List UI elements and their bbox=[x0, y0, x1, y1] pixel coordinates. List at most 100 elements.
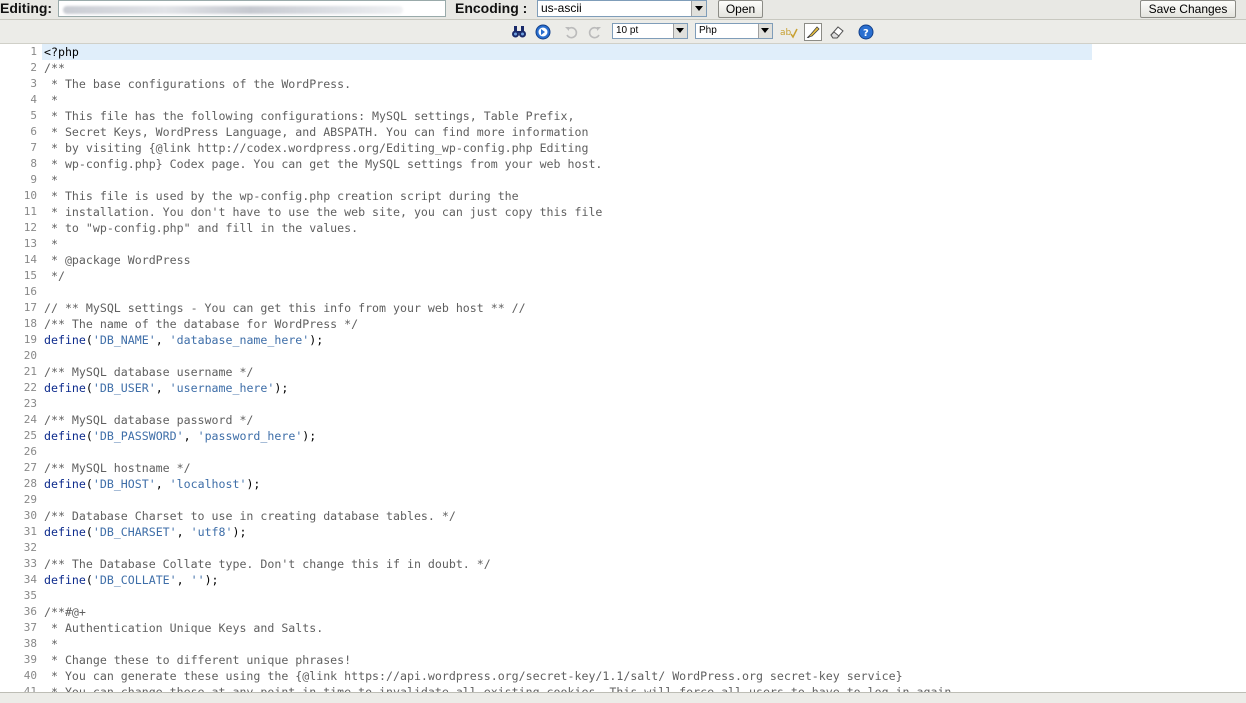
code-line[interactable]: * installation. You don't have to use th… bbox=[44, 204, 958, 220]
line-number: 33 bbox=[23, 557, 37, 570]
line-number: 40 bbox=[23, 669, 37, 682]
syntax-value: Php bbox=[699, 25, 717, 36]
line-number: 11 bbox=[23, 205, 37, 218]
code-token: // ** MySQL settings - You can get this … bbox=[44, 301, 526, 315]
code-token: 'localhost' bbox=[169, 477, 247, 491]
code-line[interactable]: * Secret Keys, WordPress Language, and A… bbox=[44, 124, 958, 140]
code-token: * to "wp-config.php" and fill in the val… bbox=[44, 221, 359, 235]
code-line[interactable]: * to "wp-config.php" and fill in the val… bbox=[44, 220, 958, 236]
code-line[interactable]: define('DB_USER', 'username_here'); bbox=[44, 380, 958, 396]
chevron-down-icon[interactable] bbox=[673, 24, 687, 38]
editor-toolbar: 10 pt Php ab ? bbox=[0, 20, 1246, 44]
code-area[interactable]: <?php /** * The base configurations of th… bbox=[44, 44, 958, 692]
encoding-select[interactable]: us-ascii bbox=[537, 0, 707, 17]
file-path-field[interactable] bbox=[58, 0, 446, 17]
code-line[interactable]: // ** MySQL settings - You can get this … bbox=[44, 300, 958, 316]
code-line[interactable]: /** The name of the database for WordPre… bbox=[44, 316, 958, 332]
code-line[interactable] bbox=[44, 396, 958, 412]
svg-text:?: ? bbox=[863, 28, 869, 39]
code-line[interactable]: * The base configurations of the WordPre… bbox=[44, 76, 958, 92]
code-token: 'DB_HOST' bbox=[92, 477, 156, 491]
code-line[interactable] bbox=[44, 540, 958, 556]
line-number: 23 bbox=[23, 397, 37, 410]
svg-text:ab: ab bbox=[780, 28, 792, 38]
code-line[interactable]: <?php bbox=[44, 44, 958, 60]
code-token: * You can change these at any point in t… bbox=[44, 685, 959, 692]
code-token: define bbox=[44, 381, 86, 395]
chevron-down-icon[interactable] bbox=[691, 1, 706, 16]
horizontal-scrollbar[interactable] bbox=[0, 692, 1246, 703]
font-size-select[interactable]: 10 pt bbox=[612, 23, 688, 39]
code-line[interactable]: * @package WordPress bbox=[44, 252, 958, 268]
code-line[interactable] bbox=[44, 588, 958, 604]
code-token: , bbox=[183, 429, 198, 443]
save-changes-button[interactable]: Save Changes bbox=[1140, 0, 1236, 18]
line-number: 35 bbox=[23, 589, 37, 602]
code-line[interactable]: * Change these to different unique phras… bbox=[44, 652, 958, 668]
code-line[interactable]: /** bbox=[44, 60, 958, 76]
undo-icon[interactable] bbox=[562, 23, 580, 41]
code-token: 'password_here' bbox=[197, 429, 303, 443]
redo-icon[interactable] bbox=[586, 23, 604, 41]
code-line[interactable]: define('DB_PASSWORD', 'password_here'); bbox=[44, 428, 958, 444]
syntax-select[interactable]: Php bbox=[695, 23, 773, 39]
code-token: <?php bbox=[44, 45, 79, 59]
code-line[interactable]: define('DB_NAME', 'database_name_here'); bbox=[44, 332, 958, 348]
code-line[interactable]: /** The Database Collate type. Don't cha… bbox=[44, 556, 958, 572]
code-line[interactable]: * wp-config.php} Codex page. You can get… bbox=[44, 156, 958, 172]
code-line[interactable]: /** MySQL database username */ bbox=[44, 364, 958, 380]
code-token: ( bbox=[85, 573, 93, 587]
code-token: * This file has the following configurat… bbox=[44, 109, 575, 123]
code-line[interactable]: * You can change these at any point in t… bbox=[44, 684, 958, 692]
line-number: 38 bbox=[23, 637, 37, 650]
code-token: ( bbox=[85, 333, 93, 347]
eraser-icon[interactable] bbox=[828, 23, 846, 41]
code-editor[interactable]: 1 2 3 4 5 6 7 8 9 10 11 12 13 14 15 16 17 18 19 20 21 22 23 24 2… bbox=[0, 44, 1246, 692]
code-line[interactable]: define('DB_HOST', 'localhost'); bbox=[44, 476, 958, 492]
code-line[interactable]: * This file is used by the wp-config.php… bbox=[44, 188, 958, 204]
code-token: 'DB_USER' bbox=[92, 381, 156, 395]
code-token: define bbox=[44, 525, 86, 539]
code-line[interactable] bbox=[44, 348, 958, 364]
code-line[interactable]: * You can generate these using the {@lin… bbox=[44, 668, 958, 684]
code-token: /** MySQL hostname */ bbox=[44, 461, 191, 475]
code-line[interactable]: */ bbox=[44, 268, 958, 284]
line-number: 31 bbox=[23, 525, 37, 538]
code-line[interactable]: * bbox=[44, 636, 958, 652]
code-token: * This file is used by the wp-config.php… bbox=[44, 189, 519, 203]
search-icon[interactable] bbox=[510, 23, 528, 41]
line-number: 34 bbox=[23, 573, 37, 586]
spellcheck-icon[interactable]: ab bbox=[780, 23, 798, 41]
line-number: 22 bbox=[23, 381, 37, 394]
code-token: , bbox=[155, 333, 170, 347]
code-token: * The base configurations of the WordPre… bbox=[44, 77, 352, 91]
goto-line-icon[interactable] bbox=[534, 23, 552, 41]
code-token: define bbox=[44, 429, 86, 443]
chevron-down-icon[interactable] bbox=[758, 24, 772, 38]
code-line[interactable]: * This file has the following configurat… bbox=[44, 108, 958, 124]
code-line[interactable]: * bbox=[44, 236, 958, 252]
highlight-icon[interactable] bbox=[804, 23, 822, 41]
code-line[interactable]: define('DB_COLLATE', ''); bbox=[44, 572, 958, 588]
code-line[interactable] bbox=[44, 284, 958, 300]
code-line[interactable]: /** MySQL database password */ bbox=[44, 412, 958, 428]
open-button[interactable]: Open bbox=[718, 0, 763, 18]
code-line[interactable]: * bbox=[44, 172, 958, 188]
line-number: 30 bbox=[23, 509, 37, 522]
code-line[interactable]: * by visiting {@link http://codex.wordpr… bbox=[44, 140, 958, 156]
code-line[interactable]: * Authentication Unique Keys and Salts. bbox=[44, 620, 958, 636]
code-line[interactable]: * bbox=[44, 92, 958, 108]
help-icon[interactable]: ? bbox=[857, 23, 875, 41]
code-line[interactable] bbox=[44, 444, 958, 460]
code-token: 'username_here' bbox=[169, 381, 275, 395]
code-line[interactable]: /**#@+ bbox=[44, 604, 958, 620]
code-token: * bbox=[44, 93, 58, 107]
code-line[interactable]: define('DB_CHARSET', 'utf8'); bbox=[44, 524, 958, 540]
line-number: 3 bbox=[30, 77, 37, 90]
code-token: define bbox=[44, 573, 86, 587]
code-line[interactable]: /** Database Charset to use in creating … bbox=[44, 508, 958, 524]
code-token: /** The Database Collate type. Don't cha… bbox=[44, 557, 491, 571]
code-line[interactable] bbox=[44, 492, 958, 508]
code-token: , bbox=[176, 525, 191, 539]
code-line[interactable]: /** MySQL hostname */ bbox=[44, 460, 958, 476]
